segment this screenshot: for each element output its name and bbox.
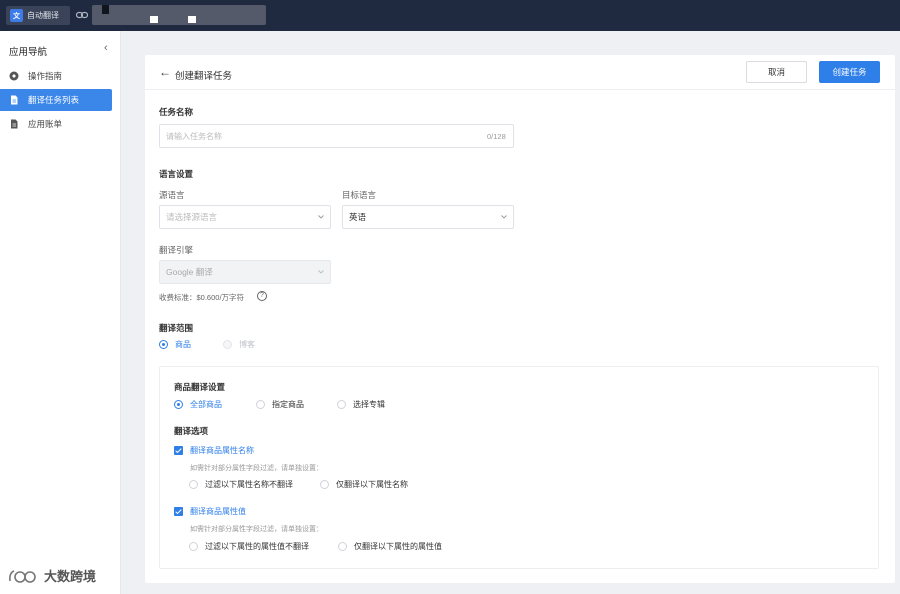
engine-label: 翻译引擎 [159,245,194,255]
attr-value-radio-only[interactable]: 仅翻译以下属性的属性值 [338,541,442,552]
radio-dot [189,480,198,489]
checkbox-checked-icon [174,507,183,516]
document-icon [11,95,18,105]
char-counter: 0/128 [487,132,506,141]
target-language-label: 目标语言 [342,190,377,200]
radio-dot [159,340,168,349]
sidebar-item-label: 应用账单 [28,119,63,129]
bill-icon [11,119,18,129]
radio-dot [320,480,329,489]
product-settings-title: 商品翻译设置 [174,382,226,392]
radio-label: 过滤以下属性名称不翻译 [205,480,293,489]
sidebar-item-label: 翻译任务列表 [28,95,80,105]
back-arrow-icon[interactable]: ← [159,65,171,79]
guide-icon [9,71,19,81]
app-name: 自动翻译 [27,11,59,20]
attr-name-radio-only[interactable]: 仅翻译以下属性名称 [320,479,408,490]
product-radio-all[interactable]: 全部商品 [174,399,222,410]
radio-dot [256,400,265,409]
store-name-redacted[interactable] [92,5,266,25]
attr-name-hint: 如需针对部分属性字段过滤，请单独设置： [190,465,323,472]
source-language-label: 源语言 [159,190,185,200]
redaction-block [150,16,158,23]
radio-label: 仅翻译以下属性名称 [336,480,408,489]
link-icon [76,11,88,19]
app-switcher[interactable]: 文 自动翻译 [6,6,70,25]
engine-value: Google 翻译 [166,267,213,277]
watermark-text: 大数跨境 [44,569,97,584]
sidebar-item-bill[interactable]: 应用账单 [0,113,112,135]
engine-select: Google 翻译 [159,260,331,284]
attr-name-checkbox[interactable]: 翻译商品属性名称 [174,445,254,456]
scope-radio-blog: 博客 [223,339,255,350]
checkbox-checked-icon [174,446,183,455]
radio-dot [189,542,198,551]
checkbox-label: 翻译商品属性名称 [190,446,254,455]
radio-label: 过滤以下属性的属性值不翻译 [205,542,309,551]
radio-dot [223,340,232,349]
cancel-button[interactable]: 取消 [746,61,807,83]
product-radio-specified[interactable]: 指定商品 [256,399,304,410]
top-bar: 文 自动翻译 [0,0,900,31]
radio-label: 仅翻译以下属性的属性值 [354,542,442,551]
sidebar-item-task-list[interactable]: 翻译任务列表 [0,89,112,111]
create-task-button[interactable]: 创建任务 [819,61,880,83]
translate-options-title: 翻译选项 [174,426,209,436]
language-section-title: 语言设置 [159,169,194,179]
sidebar-item-label: 操作指南 [28,71,63,81]
watermark-logo-icon [9,569,36,583]
product-settings-panel: 商品翻译设置 全部商品 指定商品 选择专辑 翻译选项 翻译商品属性名称 如需针对… [159,366,879,569]
source-language-select[interactable]: 请选择源语言 [159,205,331,229]
sidebar-title: 应用导航 [9,47,48,58]
target-language-value: 英语 [349,212,367,222]
chevron-down-icon [501,215,507,219]
scope-radio-product[interactable]: 商品 [159,339,191,350]
attr-name-radio-exclude[interactable]: 过滤以下属性名称不翻译 [189,479,293,490]
chevron-down-icon [318,215,324,219]
checkbox-label: 翻译商品属性值 [190,507,246,516]
scope-section-title: 翻译范围 [159,323,194,333]
card-header: ← 创建翻译任务 取消 创建任务 [145,55,895,90]
chevron-down-icon [318,270,324,274]
sidebar: 应用导航 ‹ 操作指南 翻译任务列表 应用账单 [0,31,121,594]
create-task-card: ← 创建翻译任务 取消 创建任务 任务名称 0/128 语言设置 源语言 请选择… [145,55,895,583]
source-language-placeholder: 请选择源语言 [166,212,218,222]
target-language-select[interactable]: 英语 [342,205,514,229]
radio-label: 全部商品 [190,400,222,409]
product-radio-collection[interactable]: 选择专辑 [337,399,385,410]
task-name-input[interactable] [159,124,514,148]
sidebar-item-guide[interactable]: 操作指南 [0,65,112,87]
radio-label: 商品 [175,340,191,349]
page-title: 创建翻译任务 [175,71,233,82]
radio-label: 博客 [239,340,255,349]
task-name-label: 任务名称 [159,107,194,117]
attr-value-checkbox[interactable]: 翻译商品属性值 [174,506,246,517]
radio-dot [338,542,347,551]
attr-value-hint: 如需针对部分属性字段过滤，请单独设置： [190,526,323,533]
redaction-block [188,16,196,23]
radio-dot [337,400,346,409]
help-icon[interactable]: ? [257,291,267,301]
radio-label: 指定商品 [272,400,304,409]
translate-app-icon: 文 [10,9,23,22]
radio-dot [174,400,183,409]
watermark: 大数跨境 [8,566,96,585]
chevron-left-icon[interactable]: ‹ [104,42,108,54]
radio-label: 选择专辑 [353,400,385,409]
attr-value-radio-exclude[interactable]: 过滤以下属性的属性值不翻译 [189,541,309,552]
redaction-block [102,5,109,14]
fee-text: 收费标准：$0.600/万字符 [159,293,245,302]
